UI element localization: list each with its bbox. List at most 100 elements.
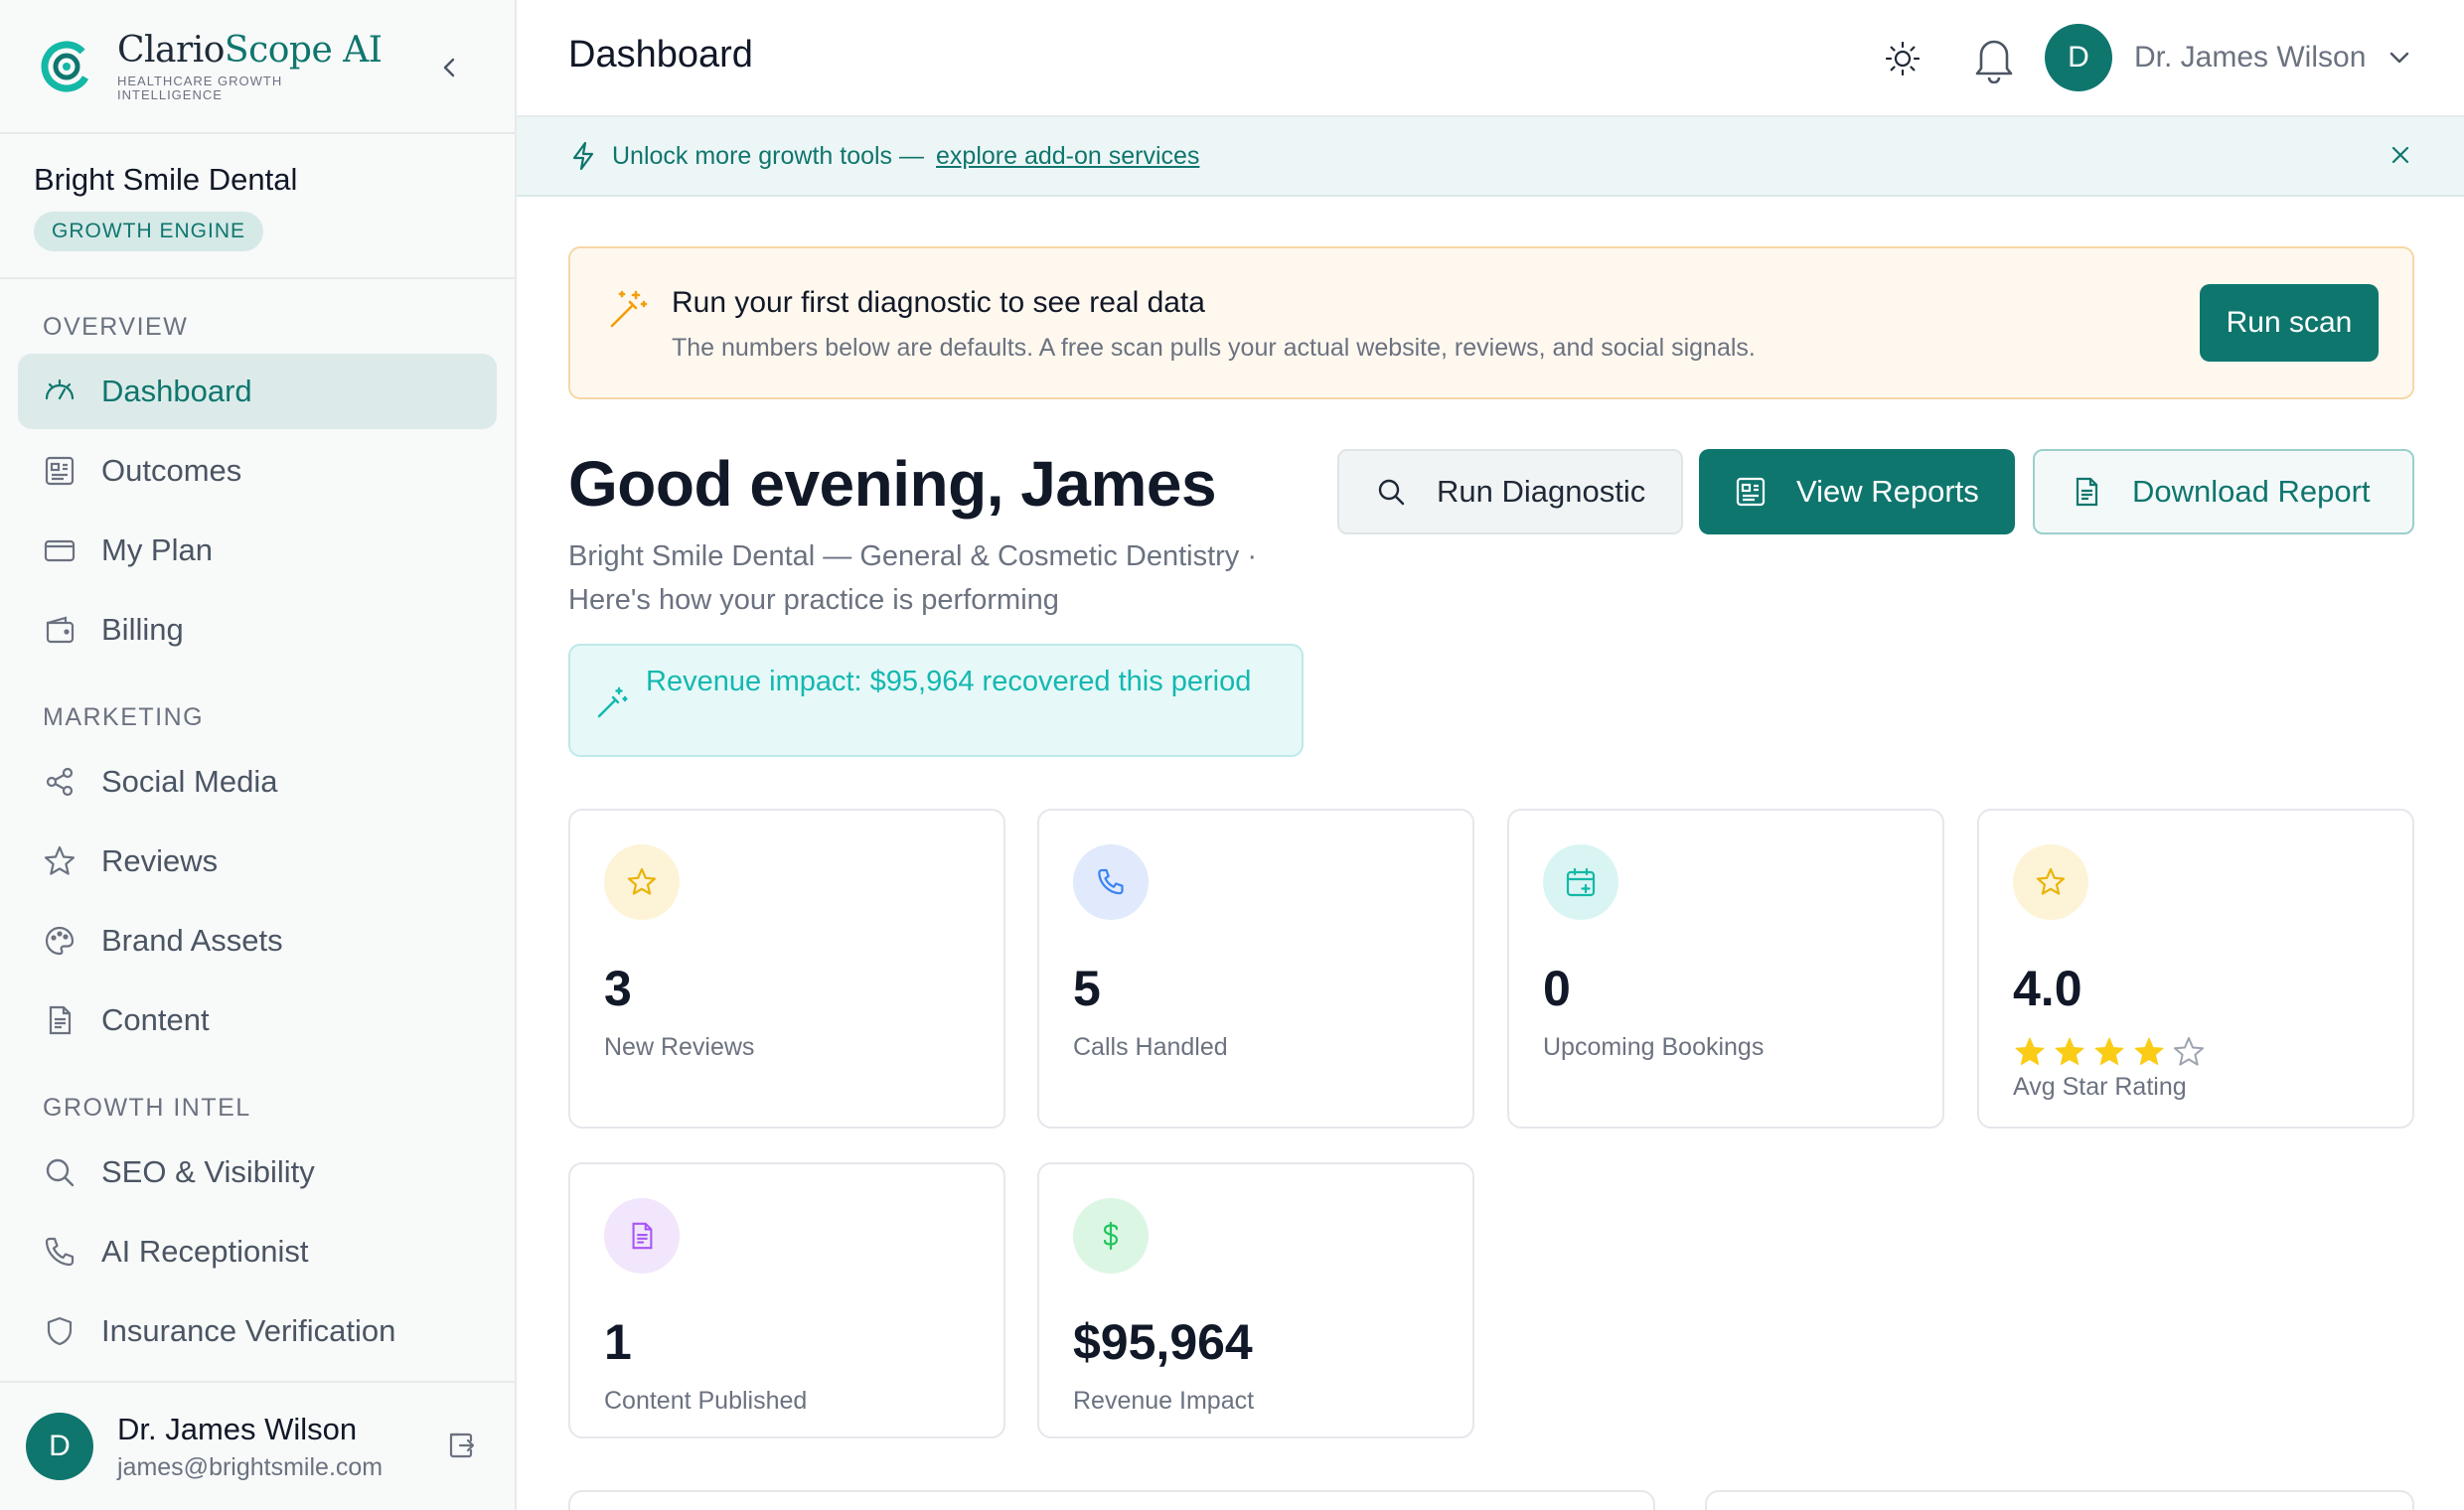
wallet-icon	[42, 612, 77, 648]
user-menu[interactable]: D Dr. James Wilson	[2045, 24, 2411, 91]
sidebar-item-label: My Plan	[101, 532, 213, 567]
logout-button[interactable]	[447, 1431, 477, 1460]
banner-close-button[interactable]	[2388, 143, 2412, 167]
stat-label: Upcoming Bookings	[1543, 1033, 1765, 1061]
sidebar-item-dashboard[interactable]: Dashboard	[18, 354, 497, 429]
nav-section-overview: OVERVIEW Dashboard Outcomes My Plan Bill…	[0, 313, 515, 668]
reports-icon	[1736, 477, 1766, 507]
star-rating-display	[2013, 1035, 2206, 1069]
star-filled-icon	[2094, 1037, 2124, 1066]
close-icon	[2391, 146, 2409, 164]
sidebar-item-label: AI Receptionist	[101, 1234, 309, 1269]
run-diagnostic-button[interactable]: Run Diagnostic	[1337, 449, 1683, 534]
outcomes-icon	[42, 453, 77, 489]
run-diagnostic-label: Run Diagnostic	[1437, 474, 1646, 509]
sidebar-item-label: Content	[101, 1002, 210, 1037]
sidebar-item-content[interactable]: Content	[18, 982, 497, 1058]
greeting-subtitle: Bright Smile Dental — General & Cosmetic…	[568, 540, 1257, 616]
sparkle-wand-icon	[597, 686, 628, 718]
nav-section-title: MARKETING	[43, 703, 205, 731]
nav-section-growth-intel: GROWTH INTEL SEO & Visibility AI Recepti…	[0, 1094, 515, 1369]
brand-logo-icon	[41, 41, 92, 91]
user-email: james@brightsmile.com	[117, 1452, 384, 1481]
explore-add-ons-link[interactable]: explore add-on services	[936, 142, 1199, 171]
sidebar-item-label: Outcomes	[101, 453, 242, 488]
lightning-icon	[572, 141, 594, 171]
view-reports-button[interactable]: View Reports	[1699, 449, 2015, 534]
star-icon	[42, 843, 77, 879]
sidebar-item-my-plan[interactable]: My Plan	[18, 513, 497, 588]
sidebar-item-seo-visibility[interactable]: SEO & Visibility	[18, 1134, 497, 1210]
sidebar-item-billing[interactable]: Billing	[18, 592, 497, 668]
callout-subtitle: The numbers below are defaults. A free s…	[672, 334, 1756, 362]
stat-label: New Reviews	[604, 1033, 755, 1061]
document-icon	[604, 1198, 680, 1274]
stat-label: Avg Star Rating	[2013, 1073, 2187, 1101]
stat-value: $95,964	[1073, 1314, 1253, 1370]
phone-icon	[1073, 844, 1149, 920]
stat-value: 0	[1543, 961, 1571, 1016]
sidebar-item-brand-assets[interactable]: Brand Assets	[18, 903, 497, 979]
magic-wand-icon	[610, 290, 648, 328]
card-icon	[42, 532, 77, 568]
download-report-button[interactable]: Download Report	[2033, 449, 2414, 534]
star-icon	[2013, 844, 2088, 920]
logout-icon	[449, 1433, 475, 1458]
stat-card-avg-star-rating[interactable]: 4.0 Avg Star Rating	[1977, 809, 2414, 1129]
stat-card-upcoming-bookings[interactable]: 0 Upcoming Bookings	[1507, 809, 1944, 1129]
palette-icon	[42, 923, 77, 959]
share-icon	[42, 764, 77, 800]
sidebar-item-social-media[interactable]: Social Media	[18, 744, 497, 820]
sidebar-item-insurance-verification[interactable]: Insurance Verification	[18, 1293, 497, 1369]
avatar[interactable]: D	[26, 1413, 93, 1480]
practice-info: Bright Smile Dental GROWTH ENGINE	[0, 134, 515, 279]
chevron-left-icon	[443, 58, 455, 77]
sidebar-item-label: Insurance Verification	[101, 1313, 396, 1348]
document-icon	[2076, 477, 2098, 507]
sidebar-user-profile: D Dr. James Wilson james@brightsmile.com	[0, 1381, 515, 1510]
sun-icon	[1885, 41, 1921, 76]
plan-badge: GROWTH ENGINE	[34, 212, 263, 251]
phone-icon	[42, 1234, 77, 1270]
revenue-impact-text: Revenue impact: $95,964 recovered this p…	[646, 666, 1252, 697]
stat-card-content-published[interactable]: 1 Content Published	[568, 1162, 1005, 1438]
callout-title: Run your first diagnostic to see real da…	[672, 286, 1205, 319]
user-name: Dr. James Wilson	[117, 1411, 358, 1446]
bell-icon	[1975, 40, 2013, 83]
user-menu-name: Dr. James Wilson	[2134, 41, 2367, 74]
stat-card-revenue-impact[interactable]: $95,964 Revenue Impact	[1037, 1162, 1474, 1438]
star-filled-icon	[2134, 1037, 2164, 1066]
stat-label: Revenue Impact	[1073, 1387, 1255, 1415]
brand-tagline: HEALTHCARE GROWTH INTELLIGENCE	[117, 74, 283, 102]
sidebar: ClarioScope AI HEALTHCARE GROWTH INTELLI…	[0, 0, 517, 1510]
revenue-impact-note: Revenue impact: $95,964 recovered this p…	[568, 644, 1304, 757]
calendar-plus-icon	[1543, 844, 1618, 920]
page-title: Dashboard	[568, 34, 753, 76]
collapse-sidebar-button[interactable]	[431, 50, 467, 85]
sidebar-item-outcomes[interactable]: Outcomes	[18, 433, 497, 509]
stat-value: 1	[604, 1314, 632, 1370]
sidebar-item-reviews[interactable]: Reviews	[18, 824, 497, 899]
search-icon	[42, 1154, 77, 1190]
banner-text: Unlock more growth tools —	[612, 141, 925, 170]
search-icon	[1378, 479, 1405, 506]
sidebar-item-label: Social Media	[101, 764, 278, 799]
stat-card-calls-handled[interactable]: 5 Calls Handled	[1037, 809, 1474, 1129]
nav-section-title: GROWTH INTEL	[43, 1094, 251, 1122]
nav-section-title: OVERVIEW	[43, 313, 189, 341]
sidebar-item-ai-receptionist[interactable]: AI Receptionist	[18, 1214, 497, 1289]
run-scan-button[interactable]: Run scan	[2200, 284, 2379, 362]
document-icon	[42, 1002, 77, 1038]
sidebar-item-label: Brand Assets	[101, 923, 283, 958]
section-card-partial	[568, 1490, 1655, 1510]
top-bar: Dashboard D Dr. James Wilson	[517, 0, 2464, 117]
theme-toggle-button[interactable]	[1884, 40, 1922, 77]
practice-name: Bright Smile Dental	[34, 162, 298, 197]
view-reports-label: View Reports	[1796, 474, 1979, 509]
notifications-button[interactable]	[1971, 34, 2017, 83]
chevron-down-icon	[2390, 52, 2409, 64]
star-icon	[604, 844, 680, 920]
stat-card-new-reviews[interactable]: 3 New Reviews	[568, 809, 1005, 1129]
sidebar-item-label: Billing	[101, 612, 184, 647]
stat-value: 5	[1073, 961, 1101, 1016]
